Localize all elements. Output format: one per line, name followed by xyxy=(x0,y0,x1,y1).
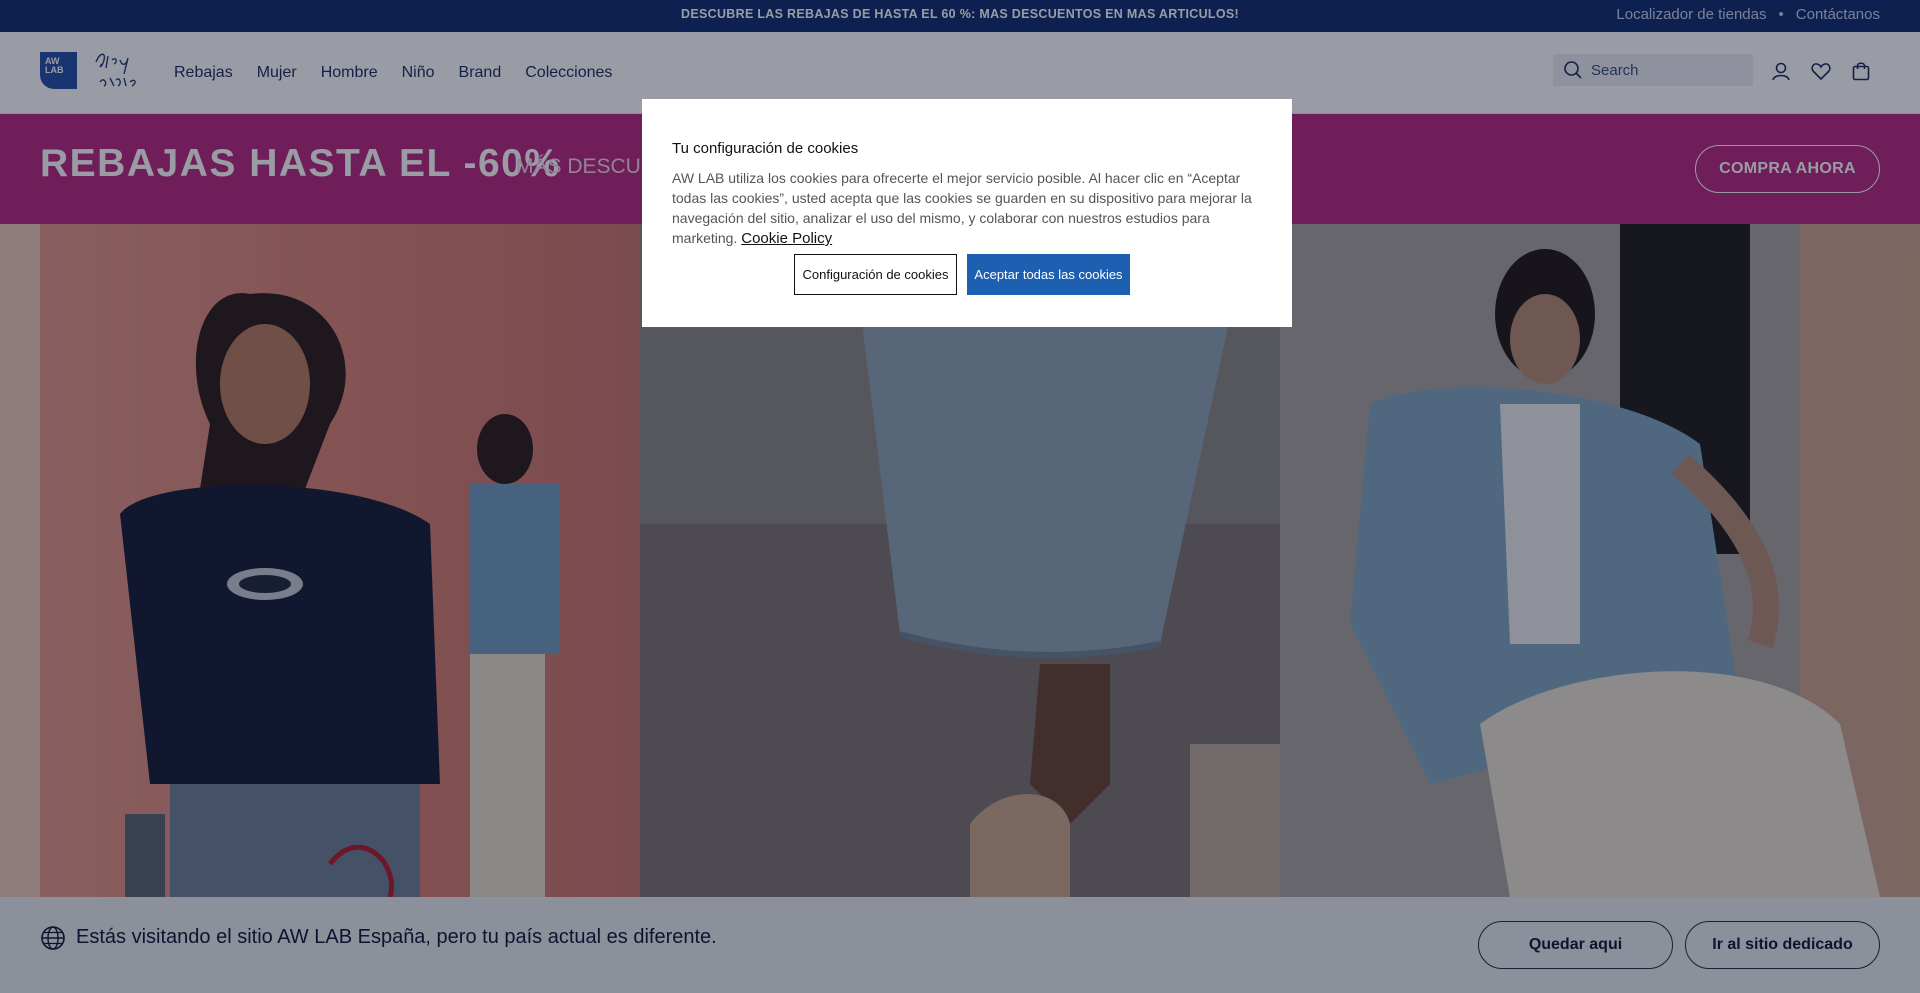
cookie-title: Tu configuración de cookies xyxy=(672,140,859,157)
accept-all-cookies-button[interactable]: Aceptar todas las cookies xyxy=(967,254,1130,295)
stay-here-button[interactable]: Quedar aqui xyxy=(1478,921,1673,969)
go-to-dedicated-site-button[interactable]: Ir al sitio dedicado xyxy=(1685,921,1880,969)
cookie-body: AW LAB utiliza los cookies para ofrecert… xyxy=(672,168,1262,249)
globe-icon xyxy=(41,926,65,950)
cookie-consent-dialog: Tu configuración de cookies AW LAB utili… xyxy=(642,99,1292,327)
country-message: Estás visitando el sitio AW LAB España, … xyxy=(76,926,717,948)
cookie-settings-button[interactable]: Configuración de cookies xyxy=(794,254,957,295)
country-notice-bar: Estás visitando el sitio AW LAB España, … xyxy=(0,897,1920,993)
cookie-policy-link[interactable]: Cookie Policy xyxy=(741,230,832,247)
